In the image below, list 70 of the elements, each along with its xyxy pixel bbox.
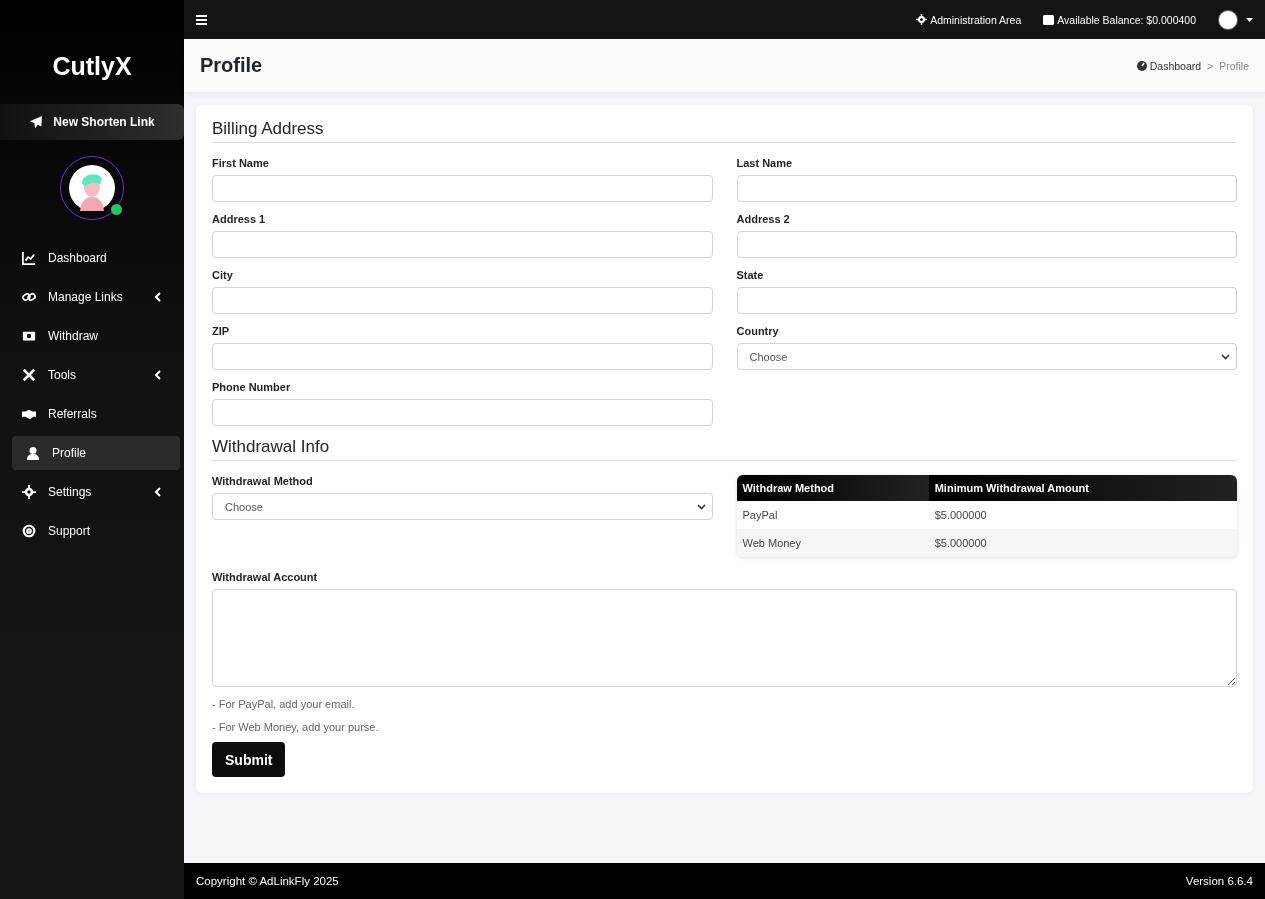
lifebuoy-icon [22, 524, 36, 538]
money-icon [22, 329, 36, 343]
input-field[interactable] [736, 287, 1237, 314]
input-field[interactable] [736, 231, 1237, 258]
breadcrumb-current: Profile [1219, 59, 1249, 72]
column-header: Minimum Withdrawal Amount [928, 475, 1237, 501]
field-label: Withdrawal Method [212, 475, 314, 487]
link-icon [22, 290, 36, 304]
sidebar-item[interactable]: Settings [12, 475, 180, 509]
input-field[interactable] [212, 343, 713, 370]
input-field[interactable] [736, 175, 1237, 202]
help-text: - For Web Money, add your purse. [212, 721, 380, 733]
copyright-text: Copyright © AdLinkFly 2025 [196, 875, 339, 887]
chevron-left-icon [154, 292, 162, 302]
caret-icon [1246, 17, 1253, 22]
user-menu[interactable] [1218, 9, 1253, 30]
section-heading: Withdrawal Info [212, 437, 1237, 461]
input-field[interactable] [212, 287, 713, 314]
administration-area-link[interactable]: Administration Area [916, 13, 1022, 26]
submit-button[interactable]: Submit [212, 742, 286, 777]
field-label: Address 1 [212, 213, 267, 225]
sidebar-item[interactable]: Tools [12, 358, 180, 392]
text-area[interactable] [212, 589, 1237, 687]
field-label: Phone Number [212, 381, 292, 393]
paper-plane-icon [29, 115, 44, 129]
dashboard-icon [1136, 60, 1147, 71]
avatar [1218, 9, 1238, 30]
menu-icon[interactable] [196, 14, 207, 25]
help-text: - For PayPal, add your email. [212, 698, 356, 710]
input-field[interactable] [212, 175, 713, 202]
field-label: Address 2 [736, 213, 791, 225]
field-label: ZIP [212, 325, 231, 337]
sidebar-item[interactable]: Referrals [12, 397, 180, 431]
wallet-icon [1043, 14, 1055, 25]
sidebar-item[interactable]: Profile [12, 436, 180, 470]
column-header: Withdraw Method [736, 475, 929, 501]
chevron-down-icon [1221, 353, 1230, 360]
chevron-left-icon [154, 370, 162, 380]
chart-icon [22, 251, 36, 265]
chevron-left-icon [154, 487, 162, 497]
user-icon [26, 446, 40, 460]
new-shorten-link-button[interactable]: New Shorten Link [0, 104, 184, 140]
field-label: Withdrawal Account [212, 571, 319, 583]
sidebar-item[interactable]: Manage Links [12, 280, 180, 314]
section-heading: Billing Address [212, 119, 1237, 143]
table-cell: PayPal [736, 501, 929, 529]
field-label: City [212, 269, 234, 281]
brand-logo[interactable]: CutlyX [52, 52, 132, 81]
page-title: Profile [200, 54, 263, 77]
avatar[interactable] [69, 165, 115, 211]
sidebar-item[interactable]: Dashboard [12, 241, 180, 275]
input-field[interactable] [212, 231, 713, 258]
select-field[interactable]: Choose [736, 343, 1237, 370]
tools-icon [22, 368, 36, 382]
field-label: State [736, 269, 765, 281]
select-field[interactable]: Choose [212, 493, 713, 520]
field-label: Country [736, 325, 780, 337]
breadcrumb-link[interactable]: Dashboard [1136, 59, 1202, 72]
field-label: First Name [212, 157, 270, 169]
version-text: Version 6.6.4 [1185, 875, 1253, 887]
table-cell: Web Money [736, 529, 929, 557]
field-label: Last Name [736, 157, 794, 169]
sidebar-item[interactable]: Support [12, 514, 180, 548]
available-balance-link[interactable]: Available Balance: $0.000400 [1043, 13, 1196, 26]
input-field[interactable] [212, 399, 713, 426]
chevron-down-icon [696, 503, 706, 510]
table-cell: $5.000000 [928, 529, 1237, 557]
sidebar-item[interactable]: Withdraw [12, 319, 180, 353]
breadcrumb-separator: > [1207, 59, 1214, 72]
table-cell: $5.000000 [928, 501, 1237, 529]
